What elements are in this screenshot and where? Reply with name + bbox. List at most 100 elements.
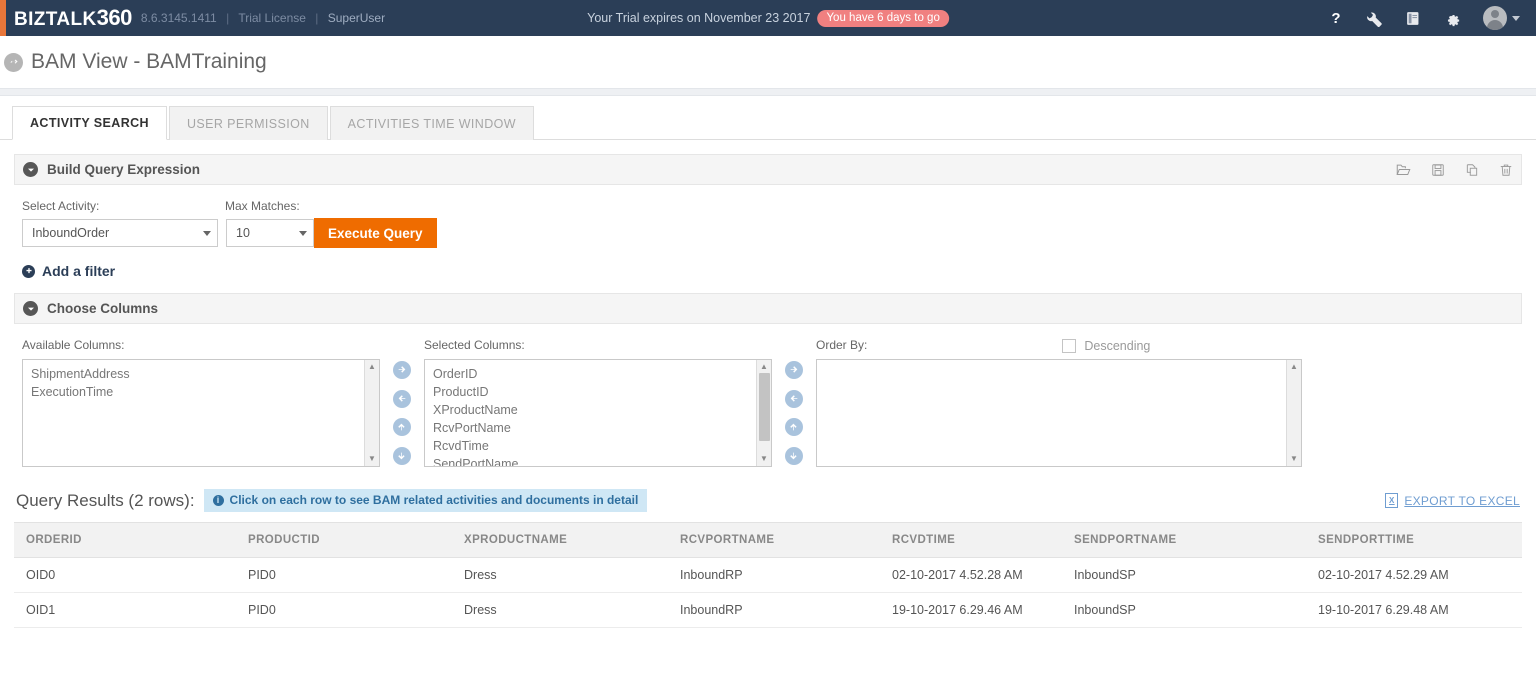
selected-columns-scrollbar[interactable]: ▲ ▼ xyxy=(756,360,771,466)
order-by-label: Order By: xyxy=(816,338,868,352)
column-header-productid[interactable]: PRODUCTID xyxy=(236,522,452,558)
export-to-excel-link[interactable]: X EXPORT TO EXCEL xyxy=(1385,493,1520,508)
move-right-icon[interactable] xyxy=(785,361,803,379)
query-controls: InboundOrder 10 Execute Query xyxy=(22,218,1522,248)
list-item[interactable]: OrderID xyxy=(425,365,771,383)
trash-icon[interactable] xyxy=(1499,163,1513,177)
chevron-down-icon[interactable] xyxy=(23,162,38,177)
scroll-up-icon[interactable]: ▲ xyxy=(368,360,376,374)
add-filter-button[interactable]: Add a filter xyxy=(22,263,1522,279)
query-field-labels: Select Activity: Max Matches: xyxy=(22,199,1522,213)
export-to-excel-label: EXPORT TO EXCEL xyxy=(1404,493,1520,508)
column-header-orderid[interactable]: ORDERID xyxy=(14,522,236,558)
chevron-down-icon xyxy=(203,230,211,236)
query-results-table: ORDERID PRODUCTID XPRODUCTNAME RCVPORTNA… xyxy=(14,522,1522,628)
choose-columns-panel-title: Choose Columns xyxy=(47,301,159,316)
query-results-header: Query Results (2 rows): i Click on each … xyxy=(14,489,1522,512)
move-up-icon[interactable] xyxy=(785,418,803,437)
cell-sendporttime: 19-10-2017 6.29.48 AM xyxy=(1306,592,1522,628)
chevron-down-icon xyxy=(1512,15,1520,21)
available-columns-label: Available Columns: xyxy=(22,338,125,352)
scroll-up-icon[interactable]: ▲ xyxy=(1290,360,1298,374)
list-item[interactable]: SendPortName xyxy=(425,455,771,466)
book-icon[interactable] xyxy=(1405,10,1422,27)
table-row[interactable]: OID0 PID0 Dress InboundRP 02-10-2017 4.5… xyxy=(14,557,1522,593)
descending-control[interactable]: Descending xyxy=(1062,338,1150,353)
top-navigation-actions: ? xyxy=(1328,6,1536,30)
column-header-xproductname[interactable]: XPRODUCTNAME xyxy=(452,522,668,558)
move-right-icon[interactable] xyxy=(393,361,411,379)
info-icon: i xyxy=(212,494,224,506)
column-header-sendportname[interactable]: SENDPORTNAME xyxy=(1062,522,1306,558)
cell-rcvportname: InboundRP xyxy=(668,592,880,628)
selected-columns-label: Selected Columns: xyxy=(424,338,525,352)
order-by-listbox[interactable]: ▲ ▼ xyxy=(816,359,1302,467)
move-left-icon[interactable] xyxy=(393,389,411,408)
move-left-icon[interactable] xyxy=(785,389,803,408)
gear-icon[interactable] xyxy=(1444,10,1461,27)
scrollbar-thumb[interactable] xyxy=(759,373,770,441)
move-up-icon[interactable] xyxy=(393,418,411,437)
choose-columns-body: Available Columns: ShipmentAddress Execu… xyxy=(14,324,1522,467)
cell-productid: PID0 xyxy=(236,557,452,593)
list-item[interactable]: ShipmentAddress xyxy=(23,365,379,383)
add-filter-label: Add a filter xyxy=(42,263,116,279)
available-columns-listbox[interactable]: ShipmentAddress ExecutionTime ▲ ▼ xyxy=(22,359,380,467)
page-header: BAM View - BAMTraining xyxy=(0,36,1536,88)
open-folder-icon[interactable] xyxy=(1396,162,1411,177)
column-header-rcvportname[interactable]: RCVPORTNAME xyxy=(668,522,880,558)
bam-view-icon xyxy=(4,52,23,72)
help-icon[interactable]: ? xyxy=(1328,10,1344,27)
brand-metadata: 8.6.3145.1411 | Trial License | SuperUse… xyxy=(141,11,385,25)
tab-activities-time-window[interactable]: ACTIVITIES TIME WINDOW xyxy=(329,106,534,140)
table-header-row: ORDERID PRODUCTID XPRODUCTNAME RCVPORTNA… xyxy=(14,522,1522,558)
order-by-header: Order By: Descending xyxy=(816,338,1302,353)
available-columns-block: Available Columns: ShipmentAddress Execu… xyxy=(22,338,380,467)
scroll-down-icon[interactable]: ▼ xyxy=(368,452,376,466)
save-icon[interactable] xyxy=(1431,163,1445,177)
build-query-toolbar xyxy=(1396,162,1513,177)
chevron-down-icon[interactable] xyxy=(23,301,38,316)
cell-xproductname: Dress xyxy=(452,557,668,593)
scroll-down-icon[interactable]: ▼ xyxy=(760,452,768,466)
user-menu[interactable] xyxy=(1483,6,1520,30)
title-divider xyxy=(0,88,1536,96)
cell-sendporttime: 02-10-2017 4.52.29 AM xyxy=(1306,557,1522,593)
trial-days-badge: You have 6 days to go xyxy=(817,9,949,27)
column-header-rcvdtime[interactable]: RCVDTIME xyxy=(880,522,1062,558)
cell-sendportname: InboundSP xyxy=(1062,557,1306,593)
brand-logo[interactable]: BIZTALK360 xyxy=(6,5,132,31)
selected-columns-listbox[interactable]: OrderID ProductID XProductName RcvPortNa… xyxy=(424,359,772,467)
scroll-down-icon[interactable]: ▼ xyxy=(1290,452,1298,466)
tab-activity-search[interactable]: ACTIVITY SEARCH xyxy=(12,106,167,140)
excel-icon: X xyxy=(1385,493,1399,508)
available-columns-scrollbar[interactable]: ▲ ▼ xyxy=(364,360,379,466)
order-by-scrollbar[interactable]: ▲ ▼ xyxy=(1286,360,1301,466)
tab-user-permission[interactable]: USER PERMISSION xyxy=(168,106,328,140)
descending-checkbox[interactable] xyxy=(1062,338,1077,353)
max-matches-label: Max Matches: xyxy=(225,199,300,213)
column-header-sendporttime[interactable]: SENDPORTTIME xyxy=(1306,522,1522,558)
trial-expiry-text: Your Trial expires on November 23 2017 xyxy=(587,11,811,25)
cell-sendportname: InboundSP xyxy=(1062,592,1306,628)
max-matches-dropdown[interactable]: 10 xyxy=(226,219,314,247)
move-down-icon[interactable] xyxy=(393,446,411,465)
wrench-icon[interactable] xyxy=(1366,10,1383,27)
scroll-up-icon[interactable]: ▲ xyxy=(760,360,768,374)
execute-query-button[interactable]: Execute Query xyxy=(314,218,437,248)
list-item[interactable]: ProductID xyxy=(425,383,771,401)
list-item[interactable]: XProductName xyxy=(425,401,771,419)
cell-rcvdtime: 02-10-2017 4.52.28 AM xyxy=(880,557,1062,593)
order-by-block: Order By: Descending ▲ ▼ xyxy=(816,338,1302,467)
move-down-icon[interactable] xyxy=(785,446,803,465)
table-row[interactable]: OID1 PID0 Dress InboundRP 19-10-2017 6.2… xyxy=(14,592,1522,628)
list-item[interactable]: RcvPortName xyxy=(425,419,771,437)
list-item[interactable]: ExecutionTime xyxy=(23,383,379,401)
select-activity-dropdown[interactable]: InboundOrder xyxy=(22,219,218,247)
list-item[interactable]: RcvdTime xyxy=(425,437,771,455)
build-query-panel-title: Build Query Expression xyxy=(47,162,201,177)
cell-orderid: OID0 xyxy=(14,557,236,593)
avatar xyxy=(1483,6,1507,30)
copy-icon[interactable] xyxy=(1465,163,1479,177)
tab-bar: ACTIVITY SEARCH USER PERMISSION ACTIVITI… xyxy=(0,96,1536,140)
